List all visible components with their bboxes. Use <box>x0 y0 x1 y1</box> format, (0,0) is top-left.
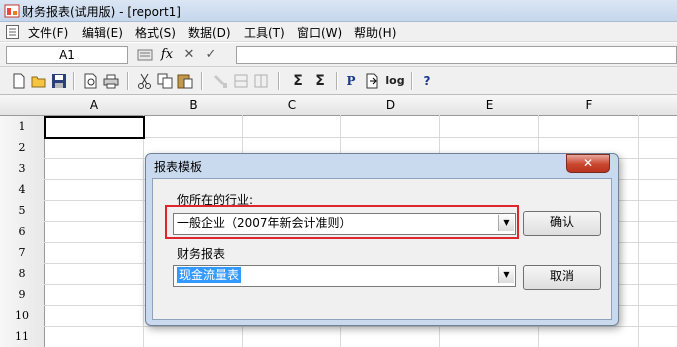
toolbar-separator <box>73 72 74 90</box>
page-break-icon[interactable] <box>363 72 381 90</box>
print-preview-icon[interactable] <box>82 72 100 90</box>
menu-tools[interactable]: 工具(T) <box>242 24 287 41</box>
insert-column-icon[interactable] <box>252 72 270 90</box>
copy-icon[interactable] <box>156 72 174 90</box>
toolbar-separator <box>411 72 412 90</box>
insert-row-icon[interactable] <box>232 72 250 90</box>
dialog-body: 你所在的行业: 一般企业（2007年新会计准则） ▼ 财务报表 现金流量表 ▼ … <box>152 178 612 320</box>
row-header-5[interactable]: 5 <box>0 200 45 222</box>
new-icon[interactable] <box>10 72 28 90</box>
column-header-f[interactable]: F <box>539 95 640 116</box>
menu-file[interactable]: 文件(F) <box>26 24 70 41</box>
toolbar-separator <box>336 72 337 90</box>
column-header-a[interactable]: A <box>44 95 145 116</box>
menu-edit[interactable]: 编辑(E) <box>80 24 125 41</box>
row-header-3[interactable]: 3 <box>0 158 45 180</box>
row-header-11[interactable]: 11 <box>0 326 45 347</box>
menu-data[interactable]: 数据(D) <box>186 24 233 41</box>
menu-window[interactable]: 窗口(W) <box>295 24 344 41</box>
menu-help[interactable]: 帮助(H) <box>352 24 398 41</box>
menu-format[interactable]: 格式(S) <box>133 24 178 41</box>
help-pointer-icon[interactable]: ? <box>418 72 436 90</box>
row-header-9[interactable]: 9 <box>0 284 45 306</box>
industry-select[interactable]: 一般企业（2007年新会计准则） ▼ <box>173 213 516 235</box>
grid-line <box>143 115 144 347</box>
title-bar: 财务报表(试用版) - [report1] <box>0 0 677 22</box>
dialog-title: 报表模板 <box>154 160 203 174</box>
row-header-2[interactable]: 2 <box>0 137 45 159</box>
row-header-8[interactable]: 8 <box>0 263 45 285</box>
cell-reference-box[interactable]: A1 <box>6 46 128 64</box>
toolbar-separator <box>201 72 202 90</box>
row-header-7[interactable]: 7 <box>0 242 45 264</box>
selected-cell-a1[interactable] <box>44 116 145 139</box>
column-header-c[interactable]: C <box>243 95 342 116</box>
report-select[interactable]: 现金流量表 ▼ <box>173 265 516 287</box>
column-header-g[interactable] <box>639 95 677 116</box>
select-all-corner[interactable] <box>0 95 45 116</box>
report-template-dialog: 报表模板 ✕ 你所在的行业: 一般企业（2007年新会计准则） ▼ 财务报表 现… <box>145 153 619 326</box>
save-icon[interactable] <box>50 72 68 90</box>
row-header-10[interactable]: 10 <box>0 305 45 327</box>
function-icon[interactable]: fx <box>158 46 176 64</box>
row-header-1[interactable]: 1 <box>0 116 45 138</box>
row-header-4[interactable]: 4 <box>0 179 45 201</box>
sum-all-icon[interactable]: Σ <box>311 72 329 90</box>
formula-bar: A1 fx ✕ ✓ <box>0 43 677 67</box>
open-icon[interactable] <box>30 72 48 90</box>
cancel-button[interactable]: 取消 <box>523 265 601 290</box>
report-label: 财务报表 <box>177 247 226 261</box>
column-header-e[interactable]: E <box>440 95 540 116</box>
sum-icon[interactable]: Σ <box>289 72 307 90</box>
document-icon[interactable] <box>6 25 19 39</box>
p-icon[interactable]: P <box>342 72 360 90</box>
cancel-icon[interactable]: ✕ <box>180 46 198 64</box>
calculator-icon[interactable] <box>136 46 154 64</box>
ok-button[interactable]: 确认 <box>523 211 601 236</box>
formula-input[interactable] <box>236 46 677 64</box>
row-header-6[interactable]: 6 <box>0 221 45 243</box>
grid-line <box>44 326 677 327</box>
print-icon[interactable] <box>102 72 120 90</box>
grid-line <box>638 115 639 347</box>
app-icon <box>4 4 20 18</box>
window-title: 财务报表(试用版) - [report1] <box>22 5 181 19</box>
column-header-b[interactable]: B <box>144 95 244 116</box>
column-header-d[interactable]: D <box>341 95 441 116</box>
toolbar-separator <box>278 72 279 90</box>
cut-icon[interactable] <box>136 72 154 90</box>
toolbar-separator <box>127 72 128 90</box>
log-icon[interactable]: log <box>384 72 406 90</box>
toolbar: Σ Σ P log ? <box>0 67 677 95</box>
paste-icon[interactable] <box>176 72 194 90</box>
confirm-icon[interactable]: ✓ <box>202 46 220 64</box>
report-value: 现金流量表 <box>177 267 242 283</box>
chevron-down-icon[interactable]: ▼ <box>498 267 514 283</box>
chevron-down-icon[interactable]: ▼ <box>498 215 514 231</box>
format-painter-icon[interactable] <box>212 72 230 90</box>
menu-bar: 文件(F) 编辑(E) 格式(S) 数据(D) 工具(T) 窗口(W) 帮助(H… <box>0 22 677 42</box>
industry-value: 一般企业（2007年新会计准则） <box>177 216 352 230</box>
close-icon[interactable]: ✕ <box>566 154 610 173</box>
